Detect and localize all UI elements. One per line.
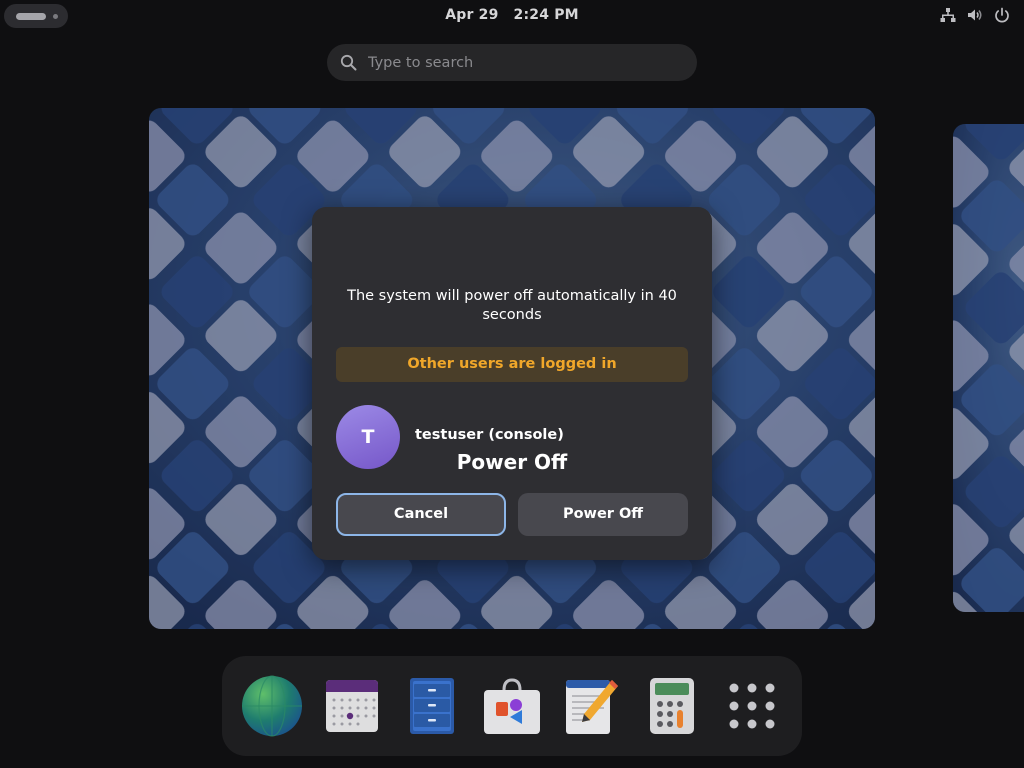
text-editor-icon: [566, 680, 618, 734]
activities-overview: Apr 29 2:24 PM Type to search Power Off …: [0, 0, 1024, 768]
network-icon[interactable]: [940, 7, 956, 23]
calculator-icon: [650, 678, 694, 734]
calendar-icon: [326, 680, 378, 732]
dock-app-calendar[interactable]: [320, 674, 384, 738]
top-bar: Apr 29 2:24 PM: [0, 0, 1024, 32]
cancel-button[interactable]: Cancel: [336, 493, 506, 536]
clock-button[interactable]: Apr 29 2:24 PM: [0, 7, 1024, 23]
dock-app-browser[interactable]: [240, 674, 304, 738]
clock-time: 2:24 PM: [513, 7, 579, 23]
search-icon: [340, 54, 357, 71]
search-input[interactable]: [368, 44, 678, 81]
dash: [222, 656, 802, 756]
dialog-message: The system will power off automatically …: [347, 288, 677, 323]
show-apps-button[interactable]: [720, 674, 784, 738]
dock-app-files[interactable]: [400, 674, 464, 738]
dock-app-software[interactable]: [480, 674, 544, 738]
workspace-thumbnail-next[interactable]: [953, 124, 1024, 612]
power-off-button[interactable]: Power Off: [518, 493, 688, 536]
volume-icon[interactable]: [967, 7, 983, 23]
system-tray[interactable]: [940, 7, 1010, 23]
power-icon[interactable]: [994, 7, 1010, 23]
power-off-dialog: Power Off The system will power off auto…: [312, 207, 712, 560]
logged-in-warning: Other users are logged in: [336, 347, 688, 382]
app-grid-icon: [729, 683, 775, 729]
dock-app-calculator[interactable]: [640, 674, 704, 738]
user-name: testuser (console): [415, 427, 564, 443]
warning-text: Other users are logged in: [407, 356, 617, 372]
clock-date: Apr 29: [445, 7, 499, 23]
avatar: T: [336, 405, 400, 469]
dock-app-text-editor[interactable]: [560, 674, 624, 738]
file-cabinet-icon: [410, 678, 454, 734]
software-store-icon: [484, 678, 540, 734]
logged-in-user: T testuser (console): [336, 405, 688, 469]
search-bar[interactable]: [327, 44, 697, 81]
browser-globe-icon: [242, 675, 302, 737]
wallpaper-image: [953, 124, 1024, 612]
